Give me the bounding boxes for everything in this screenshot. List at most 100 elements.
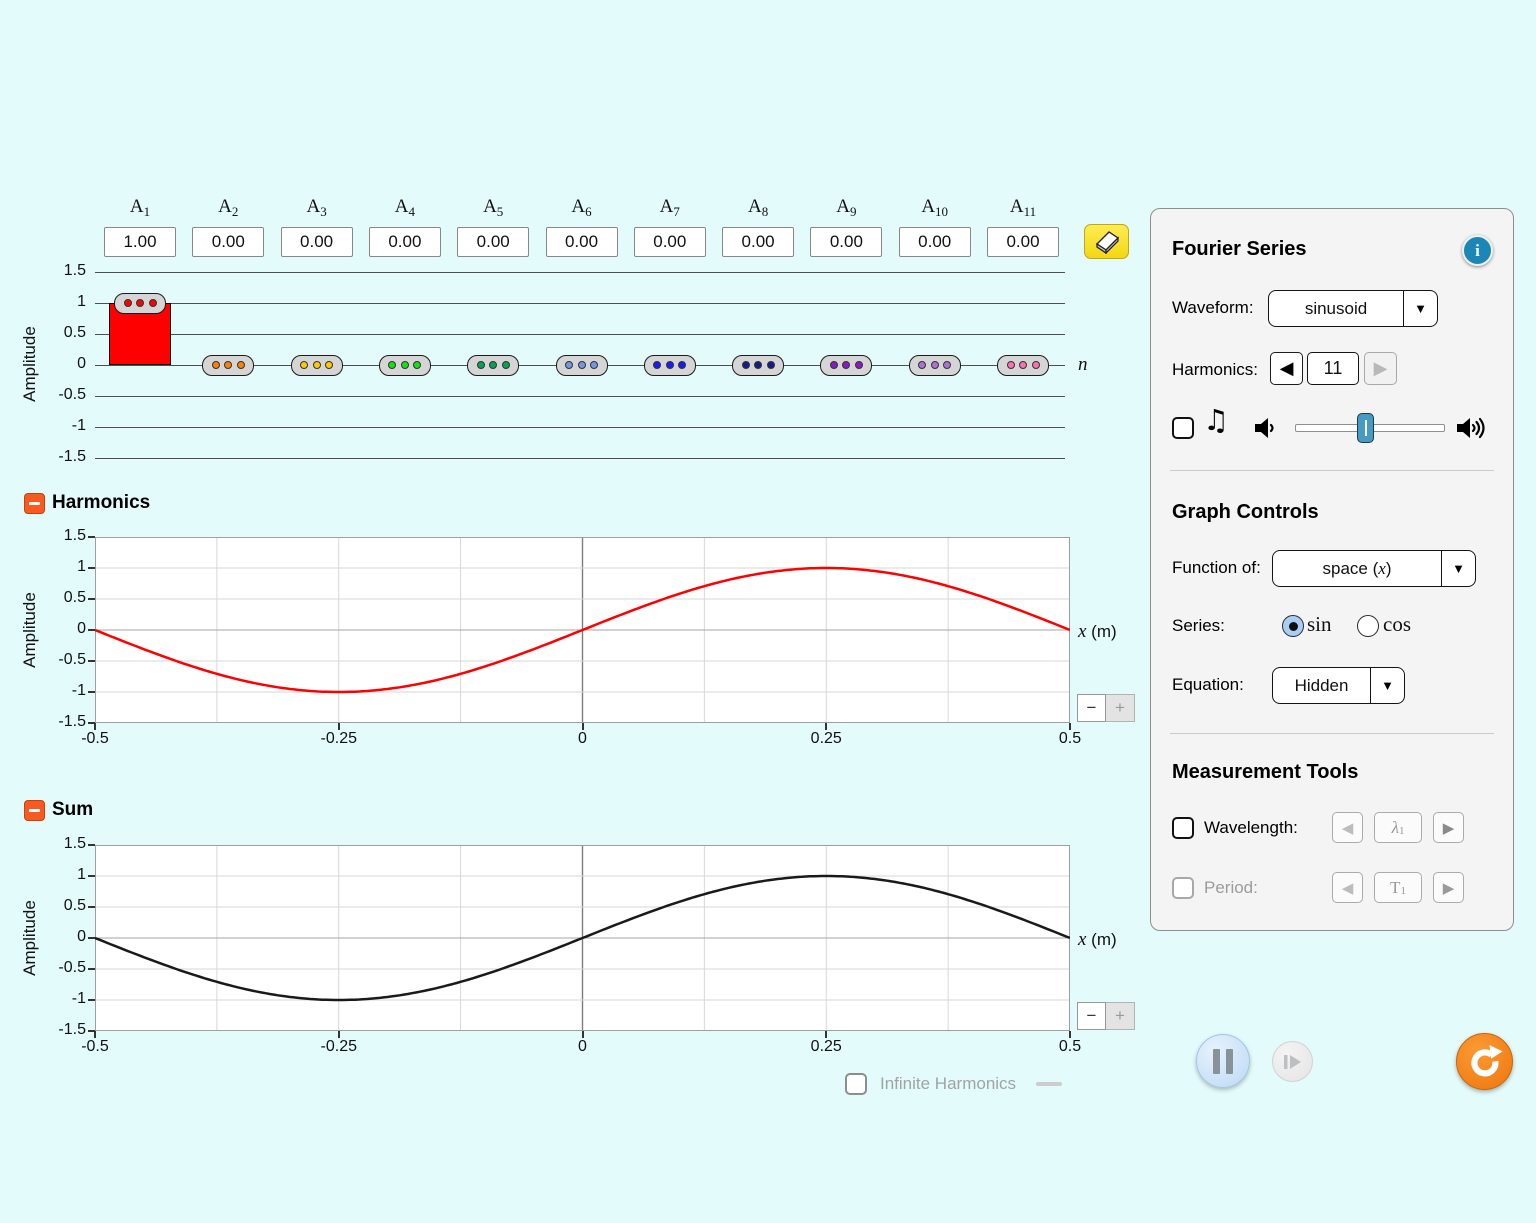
harmonics-count-display: 11 (1307, 352, 1359, 385)
amp-gridline (95, 396, 1065, 397)
x-tick-label: -0.25 (304, 1038, 374, 1056)
volume-min-icon (1254, 416, 1280, 440)
amplitude-input-a7[interactable] (634, 227, 706, 257)
infinite-harmonics-label: Infinite Harmonics (880, 1074, 1016, 1094)
harmonics-section-title: Harmonics (52, 492, 150, 514)
zoom-in-button[interactable]: + (1106, 1002, 1135, 1030)
period-increment-button[interactable]: ▶ (1433, 872, 1464, 903)
amplitude-slider-a10[interactable] (909, 355, 961, 376)
amplitude-slider-a8[interactable] (732, 355, 784, 376)
x-tick-mark (94, 723, 96, 730)
y-tick-label: 0 (28, 928, 86, 946)
amplitude-input-a1[interactable] (104, 227, 176, 257)
infinite-harmonics-checkbox[interactable] (845, 1073, 867, 1095)
sum-zoom-buttons: − + (1077, 1002, 1135, 1030)
period-decrement-button[interactable]: ◀ (1332, 872, 1363, 903)
amplitude-slider-a7[interactable] (644, 355, 696, 376)
chevron-down-icon: ▼ (1371, 668, 1404, 703)
x-tick-mark (825, 1031, 827, 1038)
amplitude-slider-a11[interactable] (997, 355, 1049, 376)
equation-combo-box[interactable]: Hidden ▼ (1272, 667, 1405, 704)
y-tick-label: -1 (28, 990, 86, 1008)
eraser-icon (1093, 229, 1121, 254)
amplitude-input-a2[interactable] (192, 227, 264, 257)
amp-gridline (95, 303, 1065, 304)
series-label: Series: (1172, 616, 1225, 636)
zoom-out-button[interactable]: − (1077, 1002, 1106, 1030)
sum-plot (95, 845, 1070, 1031)
panel-divider (1170, 733, 1494, 734)
wavelength-decrement-button[interactable]: ◀ (1332, 812, 1363, 843)
chevron-down-icon: ▼ (1404, 291, 1437, 326)
arrow-right-icon: ▶ (1443, 879, 1455, 897)
amplitude-input-a4[interactable] (369, 227, 441, 257)
y-tick-mark (88, 629, 95, 631)
x-tick-label: -0.5 (60, 1038, 130, 1056)
amplitude-slider-a6[interactable] (556, 355, 608, 376)
wavelength-checkbox[interactable] (1172, 817, 1194, 839)
period-checkbox[interactable] (1172, 877, 1194, 899)
zoom-in-button[interactable]: + (1106, 694, 1135, 722)
amplitude-input-a5[interactable] (457, 227, 529, 257)
series-cos-label: cos (1383, 612, 1411, 637)
panel-divider (1170, 470, 1494, 471)
period-label: Period: (1204, 878, 1258, 898)
y-tick-label: 1 (28, 866, 86, 884)
pause-button[interactable] (1196, 1034, 1250, 1088)
x-tick-mark (582, 723, 584, 730)
amplitude-slider-a5[interactable] (467, 355, 519, 376)
amplitude-slider-a1[interactable] (114, 293, 166, 314)
y-tick-label: -0.5 (28, 651, 86, 669)
harmonics-decrement-button[interactable]: ◀ (1270, 352, 1303, 385)
harmonic-label: A10 (895, 196, 975, 220)
series-sin-radio[interactable] (1282, 615, 1304, 637)
amplitude-input-a6[interactable] (546, 227, 618, 257)
volume-slider-handle[interactable] (1357, 413, 1374, 443)
y-tick-label: 1 (28, 558, 86, 576)
amplitude-input-a10[interactable] (899, 227, 971, 257)
y-tick-label: 0.5 (28, 324, 86, 342)
function-of-combo-box[interactable]: space (x) ▼ (1272, 550, 1476, 587)
equation-label: Equation: (1172, 675, 1244, 695)
amplitude-input-a9[interactable] (810, 227, 882, 257)
y-tick-label: 0 (28, 620, 86, 638)
infinite-harmonics-line-swatch (1036, 1082, 1062, 1086)
reset-all-button[interactable] (1456, 1033, 1513, 1090)
y-tick-mark (88, 937, 95, 939)
zoom-out-button[interactable]: − (1077, 694, 1106, 722)
y-tick-label: 0.5 (28, 589, 86, 607)
function-of-label: Function of: (1172, 558, 1261, 578)
harmonics-collapse-button[interactable] (24, 493, 45, 514)
x-tick-label: 0.25 (791, 1038, 861, 1056)
minus-icon (29, 809, 40, 812)
wavelength-increment-button[interactable]: ▶ (1433, 812, 1464, 843)
x-tick-label: -0.25 (304, 730, 374, 748)
amp-gridline (95, 427, 1065, 428)
amplitude-slider-a3[interactable] (291, 355, 343, 376)
amplitude-input-a8[interactable] (722, 227, 794, 257)
fourier-making-waves-screen: Amplitude n Harmonics Amplitude x (m) − … (0, 0, 1536, 1223)
waveform-combo-box[interactable]: sinusoid ▼ (1268, 290, 1438, 327)
amplitude-input-a3[interactable] (281, 227, 353, 257)
eraser-button[interactable] (1084, 224, 1129, 259)
sound-checkbox[interactable] (1172, 417, 1194, 439)
harmonics-plot (95, 537, 1070, 723)
amplitude-slider-a4[interactable] (379, 355, 431, 376)
sum-collapse-button[interactable] (24, 800, 45, 821)
measurement-tools-title: Measurement Tools (1172, 761, 1358, 784)
info-button[interactable]: i (1462, 235, 1493, 266)
amplitude-slider-a2[interactable] (202, 355, 254, 376)
y-tick-label: -0.5 (28, 959, 86, 977)
fourier-series-title: Fourier Series (1172, 238, 1307, 261)
series-cos-radio[interactable] (1357, 615, 1379, 637)
amplitude-slider-a9[interactable] (820, 355, 872, 376)
step-forward-button[interactable] (1272, 1041, 1313, 1082)
x-tick-mark (338, 723, 340, 730)
harmonics-x-axis-label: x (m) (1078, 621, 1117, 643)
harmonics-increment-button[interactable]: ▶ (1364, 352, 1397, 385)
volume-max-icon (1456, 415, 1490, 441)
amp-gridline (95, 334, 1065, 335)
harmonic-label: A5 (453, 196, 533, 220)
harmonic-label: A8 (718, 196, 798, 220)
amplitude-input-a11[interactable] (987, 227, 1059, 257)
